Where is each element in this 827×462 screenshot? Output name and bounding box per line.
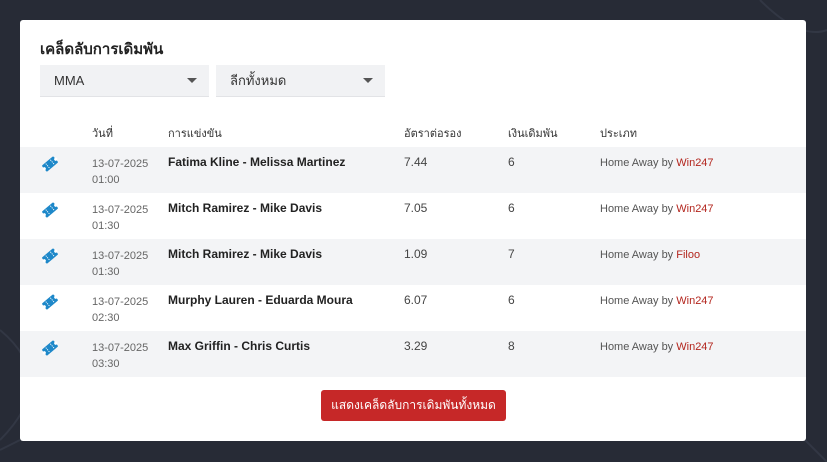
row-odds: 7.44 bbox=[404, 155, 428, 169]
row-type: Home Away bbox=[600, 341, 659, 353]
row-match: Max Griffin - Chris Curtis bbox=[168, 339, 311, 353]
show-all-tips-button[interactable]: แสดงเคล็ดลับการเดิมพันทั้งหมด bbox=[321, 390, 506, 421]
league-select-value: ลีกทั้งหมด bbox=[230, 73, 287, 88]
row-by: by bbox=[661, 157, 674, 169]
row-by: by bbox=[661, 249, 674, 261]
row-by: by bbox=[661, 203, 674, 215]
ticket-icon bbox=[42, 248, 58, 264]
row-type: Home Away bbox=[600, 157, 659, 169]
league-select[interactable]: ลีกทั้งหมด bbox=[216, 65, 385, 97]
table-row[interactable]: 13-07-2025 01:30 Mitch Ramirez - Mike Da… bbox=[20, 239, 806, 285]
row-match: Mitch Ramirez - Mike Davis bbox=[168, 201, 323, 215]
row-match: Mitch Ramirez - Mike Davis bbox=[168, 247, 323, 261]
row-date: 13-07-2025 bbox=[92, 250, 149, 262]
caret-down-icon bbox=[363, 78, 373, 83]
ticket-icon bbox=[42, 294, 58, 310]
row-match: Fatima Kline - Melissa Martinez bbox=[168, 155, 346, 169]
row-type: Home Away bbox=[600, 203, 659, 215]
caret-down-icon bbox=[187, 78, 197, 83]
row-type: Home Away bbox=[600, 249, 659, 261]
bookmaker-link[interactable]: Win247 bbox=[676, 341, 713, 353]
sport-select[interactable]: MMA bbox=[40, 65, 209, 97]
ticket-icon bbox=[42, 156, 58, 172]
bookmaker-link[interactable]: Win247 bbox=[676, 157, 713, 169]
bookmaker-link[interactable]: Filoo bbox=[676, 249, 700, 261]
column-header-date: วันที่ bbox=[92, 128, 113, 140]
row-stake: 8 bbox=[508, 339, 515, 353]
sport-select-value: MMA bbox=[54, 73, 85, 88]
table-row[interactable]: 13-07-2025 01:00 Fatima Kline - Melissa … bbox=[20, 147, 806, 193]
row-odds: 6.07 bbox=[404, 293, 428, 307]
page-title: เคล็ดลับการเดิมพัน bbox=[40, 41, 164, 58]
row-date: 13-07-2025 bbox=[92, 204, 149, 216]
table-row[interactable]: 13-07-2025 01:30 Mitch Ramirez - Mike Da… bbox=[20, 193, 806, 239]
row-time: 03:30 bbox=[92, 358, 120, 370]
row-time: 02:30 bbox=[92, 312, 120, 324]
bookmaker-link[interactable]: Win247 bbox=[676, 295, 713, 307]
row-time: 01:00 bbox=[92, 174, 120, 186]
row-match: Murphy Lauren - Eduarda Moura bbox=[168, 293, 353, 307]
ticket-icon bbox=[42, 202, 58, 218]
row-stake: 6 bbox=[508, 155, 515, 169]
bookmaker-link[interactable]: Win247 bbox=[676, 203, 713, 215]
row-date: 13-07-2025 bbox=[92, 158, 149, 170]
row-date: 13-07-2025 bbox=[92, 342, 149, 354]
row-time: 01:30 bbox=[92, 266, 120, 278]
row-odds: 7.05 bbox=[404, 201, 428, 215]
column-header-type: ประเภท bbox=[600, 128, 638, 140]
ticket-icon bbox=[42, 340, 58, 356]
row-odds: 1.09 bbox=[404, 247, 428, 261]
row-by: by bbox=[661, 341, 674, 353]
column-header-match: การแข่งขัน bbox=[168, 128, 222, 140]
row-stake: 6 bbox=[508, 293, 515, 307]
row-stake: 6 bbox=[508, 201, 515, 215]
row-type: Home Away bbox=[600, 295, 659, 307]
column-header-stake: เงินเดิมพัน bbox=[508, 128, 558, 140]
table-row[interactable]: 13-07-2025 03:30 Max Griffin - Chris Cur… bbox=[20, 331, 806, 377]
row-date: 13-07-2025 bbox=[92, 296, 149, 308]
table-row[interactable]: 13-07-2025 02:30 Murphy Lauren - Eduarda… bbox=[20, 285, 806, 331]
row-time: 01:30 bbox=[92, 220, 120, 232]
column-header-odds: อัตราต่อรอง bbox=[404, 128, 462, 140]
row-stake: 7 bbox=[508, 247, 515, 261]
row-odds: 3.29 bbox=[404, 339, 428, 353]
row-by: by bbox=[661, 295, 674, 307]
betting-tips-card: เคล็ดลับการเดิมพัน MMA ลีกทั้งหมด วันที่… bbox=[20, 20, 806, 441]
